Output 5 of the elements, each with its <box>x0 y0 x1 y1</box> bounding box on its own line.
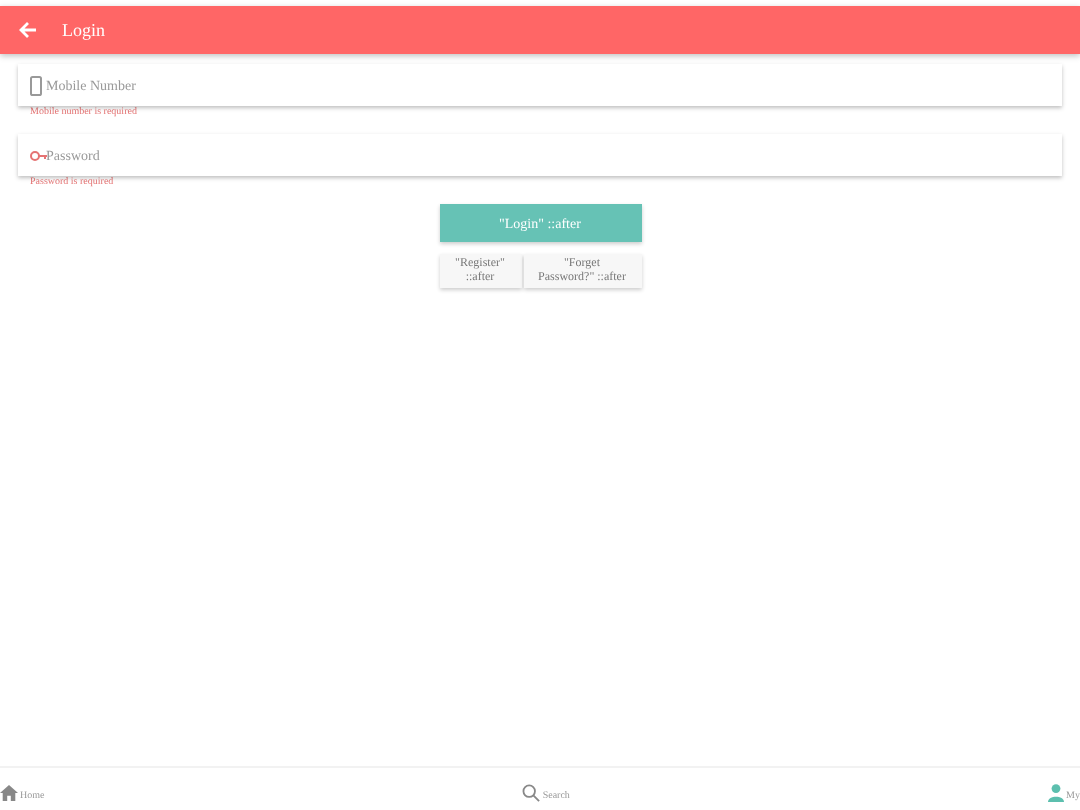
user-icon <box>1048 784 1065 802</box>
page-title: Login <box>62 20 105 40</box>
search-icon <box>522 784 541 802</box>
home-icon <box>0 784 18 802</box>
back-arrow-icon[interactable] <box>18 20 38 40</box>
